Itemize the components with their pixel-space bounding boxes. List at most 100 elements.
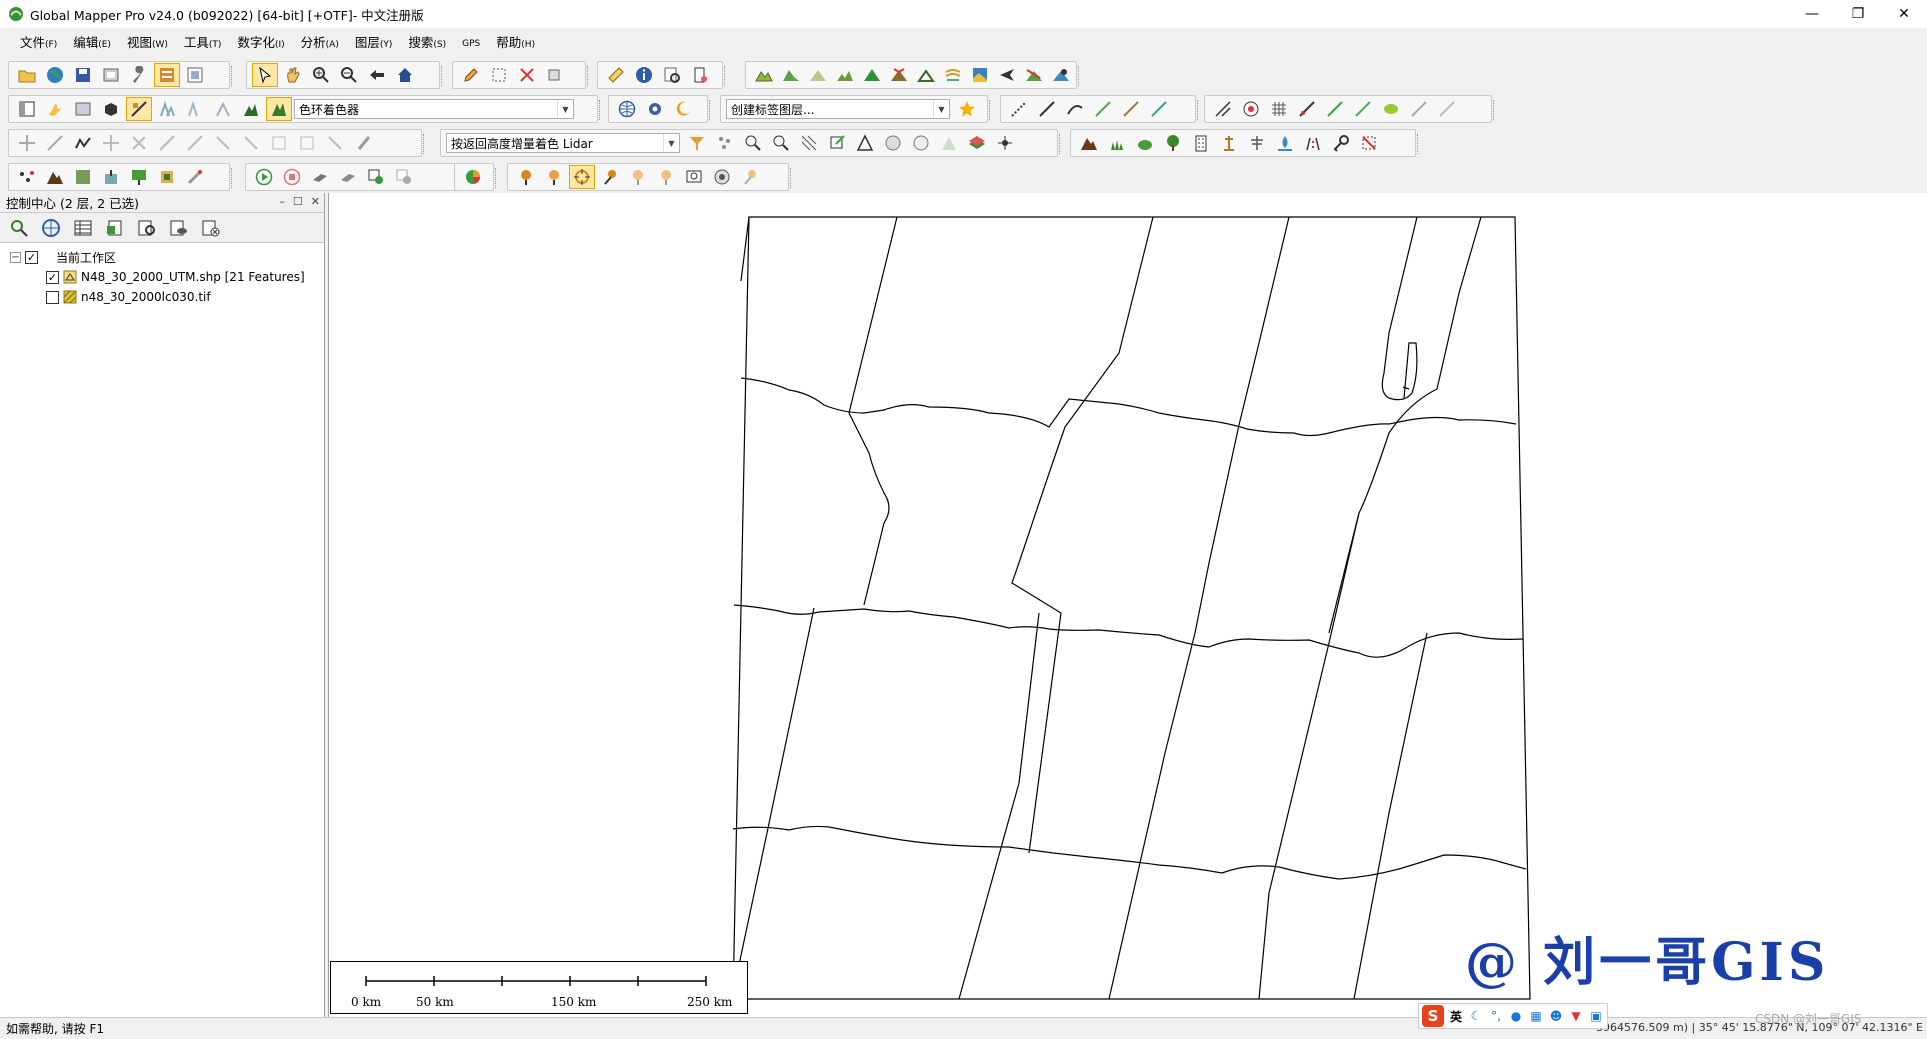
view-split-icon[interactable]	[70, 97, 96, 121]
globe-open-icon[interactable]	[42, 63, 68, 87]
copy-feature-icon[interactable]	[542, 63, 568, 87]
road-icon[interactable]	[1300, 131, 1326, 155]
edit-2-icon[interactable]	[42, 131, 68, 155]
terrain-plane-icon[interactable]	[995, 63, 1020, 87]
workspace-node[interactable]: − ✓ 当前工作区	[0, 247, 324, 267]
layer-row[interactable]: n48_30_2000lc030.tif	[0, 287, 324, 307]
wrench-icon[interactable]	[126, 63, 152, 87]
menu-digitize[interactable]: 数字化(I)	[229, 32, 292, 51]
elevation-1-icon[interactable]	[154, 97, 180, 121]
hillshade-icon[interactable]	[126, 97, 152, 121]
layer-checkbox[interactable]: ✓	[46, 270, 59, 284]
move-icon[interactable]	[14, 131, 40, 155]
show-layer-icon[interactable]	[166, 216, 192, 240]
filter-icon[interactable]	[684, 131, 710, 155]
edit-11-icon[interactable]	[294, 131, 320, 155]
edit-9-icon[interactable]	[238, 131, 264, 155]
triangle-icon[interactable]	[852, 131, 878, 155]
close-layer-icon[interactable]	[198, 216, 224, 240]
fly-2-icon[interactable]	[335, 165, 361, 189]
lidar-select[interactable]: 按返回高度增量着色 Lidar ▼	[446, 133, 680, 153]
lidar-6-icon[interactable]	[824, 131, 850, 155]
line-5-icon[interactable]	[1118, 97, 1144, 121]
menu-search[interactable]: 搜索(S)	[400, 32, 454, 51]
ime-grid-icon[interactable]: ▣	[1588, 1008, 1604, 1024]
print-icon[interactable]	[98, 63, 124, 87]
settings-gear-icon[interactable]	[642, 97, 668, 121]
elevation-5-icon[interactable]	[266, 97, 292, 121]
layout-icon[interactable]	[14, 97, 40, 121]
lidar-9-icon[interactable]	[908, 131, 934, 155]
terrain-water-icon[interactable]	[941, 63, 966, 87]
view-3d-icon[interactable]	[98, 97, 124, 121]
pin-button[interactable]: –	[279, 195, 285, 208]
home-icon[interactable]	[392, 63, 418, 87]
workspace-checkbox[interactable]: ✓	[25, 250, 38, 264]
minimize-button[interactable]: —	[1789, 0, 1835, 28]
edit-12-icon[interactable]	[322, 131, 348, 155]
metadata-icon[interactable]	[102, 216, 128, 240]
zoom-to-layer-icon[interactable]	[6, 216, 32, 240]
tree-icon[interactable]	[1160, 131, 1186, 155]
vector-9-icon[interactable]	[1434, 97, 1460, 121]
key-icon[interactable]	[1328, 131, 1354, 155]
building-icon[interactable]	[1188, 131, 1214, 155]
ime-language-toggle[interactable]: 英	[1448, 1008, 1464, 1024]
back-arrow-icon[interactable]	[364, 63, 390, 87]
pie-chart-icon[interactable]	[460, 165, 486, 189]
flag-icon[interactable]	[126, 165, 152, 189]
edit-10-icon[interactable]	[266, 131, 292, 155]
menu-gps[interactable]: GPS	[454, 34, 488, 49]
menu-tools[interactable]: 工具(T)	[176, 32, 230, 51]
lidar-8-icon[interactable]	[880, 131, 906, 155]
line-1-icon[interactable]	[1006, 97, 1032, 121]
info-icon[interactable]	[631, 63, 657, 87]
lidar-2-icon[interactable]	[712, 131, 738, 155]
fly-1-icon[interactable]	[307, 165, 333, 189]
line-6-icon[interactable]	[1146, 97, 1172, 121]
pencil-icon[interactable]	[458, 63, 484, 87]
ime-shirt-icon[interactable]: ▼	[1568, 1008, 1584, 1024]
menu-analysis[interactable]: 分析(A)	[293, 32, 347, 51]
ime-user-icon[interactable]: ☻	[1548, 1008, 1564, 1024]
lidar-4-icon[interactable]	[768, 131, 794, 155]
map-canvas[interactable]	[329, 193, 1927, 1017]
edit-7-icon[interactable]	[182, 131, 208, 155]
layer-checkbox[interactable]	[46, 290, 59, 304]
menu-help[interactable]: 帮助(H)	[488, 32, 543, 51]
play-icon[interactable]	[251, 165, 277, 189]
save-icon[interactable]	[70, 63, 96, 87]
edit-3-icon[interactable]	[70, 131, 96, 155]
lidar-5-icon[interactable]	[796, 131, 822, 155]
elevation-4-icon[interactable]	[238, 97, 264, 121]
crop-icon[interactable]	[1356, 131, 1382, 155]
grass-icon[interactable]	[1104, 131, 1130, 155]
tower-icon[interactable]	[1216, 131, 1242, 155]
terrain-curve-icon[interactable]	[1022, 63, 1047, 87]
restore-button[interactable]: ☐	[293, 195, 303, 208]
terrain-4-icon[interactable]	[832, 63, 857, 87]
add-layer-icon[interactable]	[363, 165, 389, 189]
gps-screen-icon[interactable]	[681, 165, 707, 189]
delete-x-icon[interactable]	[514, 63, 540, 87]
menu-edit[interactable]: 编辑(E)	[65, 32, 119, 51]
shader-select[interactable]: 色环着色器 ▼	[294, 99, 574, 119]
terrain-image-icon[interactable]	[968, 63, 993, 87]
close-button[interactable]: ✕	[1881, 0, 1927, 28]
control-center-toggle-icon[interactable]	[154, 63, 180, 87]
path-profile-icon[interactable]	[687, 63, 713, 87]
ime-moon-icon[interactable]: ☾	[1468, 1008, 1484, 1024]
edit-13-icon[interactable]	[350, 131, 376, 155]
menu-view[interactable]: 视图(W)	[119, 32, 176, 51]
terrain-flag-icon[interactable]	[886, 63, 911, 87]
zoom-in-icon[interactable]	[308, 63, 334, 87]
pan-hand-icon[interactable]	[280, 63, 306, 87]
terrain-peak-icon[interactable]	[913, 63, 938, 87]
points-icon[interactable]	[14, 165, 40, 189]
vector-8-icon[interactable]	[1406, 97, 1432, 121]
terrain-analysis-icon[interactable]	[42, 165, 68, 189]
map-tiles-icon[interactable]	[70, 165, 96, 189]
ruler-icon[interactable]	[603, 63, 629, 87]
grid-icon[interactable]	[1266, 97, 1292, 121]
attribute-table-icon[interactable]	[70, 216, 96, 240]
